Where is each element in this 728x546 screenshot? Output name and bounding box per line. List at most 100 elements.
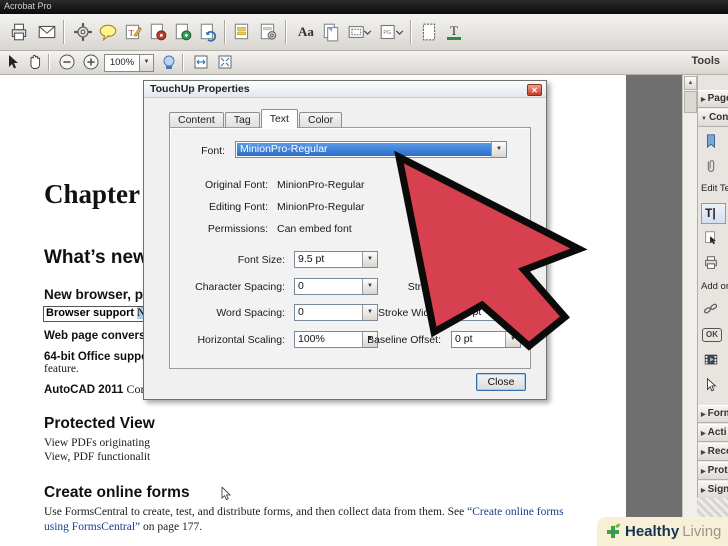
character-spacing-label: Character Spacing: [195, 281, 285, 293]
print-button[interactable] [8, 21, 30, 43]
bookmark-icon [707, 134, 715, 149]
stroke-label: Stroke: [407, 281, 441, 293]
stroke-color-swatch[interactable] [451, 280, 471, 293]
doc-protected-view-heading: Protected View [44, 415, 155, 432]
doc-pv-line1: View PDFs originating [44, 437, 151, 449]
panel-section-label: Prot [707, 465, 728, 476]
panel-section-protection[interactable]: ▶ Prot [698, 462, 728, 480]
tools-label: Tools [691, 55, 720, 67]
tab-text[interactable]: Text [260, 109, 298, 128]
button-field-tool[interactable]: OK [702, 328, 722, 342]
dialog-close-icon[interactable]: ✕ [527, 84, 542, 96]
panel-section-action-wizard[interactable]: ▶ Acti [698, 424, 728, 442]
stroke-width-combobox[interactable]: 0.6 pt ▼ [451, 304, 521, 321]
word-spacing-combobox[interactable]: 0 ▼ [294, 304, 378, 321]
baseline-offset-combobox[interactable]: 0 pt ▼ [451, 331, 521, 348]
tab-label: Color [307, 114, 334, 126]
document-scrollbar[interactable]: ▲ [682, 75, 697, 546]
dropdown-arrow-icon[interactable]: ▼ [362, 305, 377, 320]
gear-icon [74, 23, 92, 41]
attachment-tool-button[interactable] [703, 158, 723, 176]
dialog-titlebar[interactable]: TouchUp Properties [144, 81, 546, 98]
font-size-combobox[interactable]: 9.5 pt ▼ [294, 251, 378, 268]
zoom-in-button[interactable] [80, 53, 102, 71]
zoom-dropdown-button[interactable]: ▼ [139, 54, 154, 72]
link-tool-button[interactable] [703, 301, 723, 319]
pages-tool-button[interactable]: PG [378, 21, 406, 43]
pdf-export-button[interactable] [172, 21, 194, 43]
panel-section-sign[interactable]: ▶ Sign [698, 481, 728, 499]
chevron-right-icon: ▶ [701, 97, 706, 103]
baseline-offset-value: 0 pt [455, 333, 473, 345]
bookmark-tool-button[interactable] [703, 133, 723, 151]
tab-content[interactable]: Content [169, 112, 224, 128]
scroll-up-button[interactable]: ▲ [684, 76, 697, 90]
hand-tool-button[interactable] [24, 53, 46, 71]
character-spacing-combobox[interactable]: 0 ▼ [294, 278, 378, 295]
fit-width-button[interactable] [190, 53, 212, 71]
comment-button[interactable] [97, 21, 119, 43]
select-arrow-icon [9, 55, 18, 69]
green-cross-icon [607, 523, 620, 538]
horizontal-scaling-combobox[interactable]: 100% ▼ [294, 331, 378, 348]
panel-section-forms[interactable]: ▶Form [698, 405, 728, 423]
fit-page-button[interactable] [214, 53, 236, 71]
dialog-title: TouchUp Properties [150, 83, 250, 95]
zoom-level-value: 100% [109, 57, 135, 68]
embed-checkbox[interactable]: ✓ [434, 221, 445, 232]
zoom-level-input[interactable]: 100% [104, 54, 140, 72]
zoom-out-button[interactable] [56, 53, 78, 71]
forms-paragraph-text: Use FormsCentral to create, test, and di… [44, 506, 468, 518]
pdf-convert-button[interactable] [197, 21, 219, 43]
editing-font-value: MinionPro-Regular [277, 201, 365, 213]
preferences-button[interactable] [72, 21, 94, 43]
font-combobox[interactable]: MinionPro-Regular ▼ [235, 141, 507, 158]
select-tool-button[interactable] [2, 53, 24, 71]
panel-section-pages[interactable]: ▶Page [698, 90, 728, 108]
panel-section-label: Reco [707, 446, 728, 457]
print-production-button[interactable] [703, 255, 723, 273]
dropdown-arrow-icon[interactable]: ▼ [491, 142, 506, 157]
form-yellow-icon [234, 23, 249, 40]
edit-document-text-button[interactable]: T| [701, 203, 726, 224]
form-highlight-button[interactable] [231, 21, 253, 43]
typewriter-button[interactable]: T [443, 21, 465, 43]
close-button-label: Close [487, 376, 515, 388]
email-button[interactable] [36, 21, 58, 43]
panel-section-recognize-text[interactable]: ▶Reco [698, 443, 728, 461]
chevron-right-icon: ▶ [701, 488, 706, 494]
crop-tool-button[interactable] [346, 21, 374, 43]
select-object-button[interactable] [703, 377, 723, 395]
tab-label: Content [178, 114, 215, 126]
tools-pane-header[interactable]: Tools [691, 55, 720, 67]
original-font-label: Original Font: [204, 179, 268, 191]
close-button[interactable]: Close [476, 373, 526, 391]
form-tools-button[interactable] [257, 21, 279, 43]
doc-chapter-heading: Chapter [44, 179, 140, 209]
toolbar-separator [224, 20, 226, 44]
fill-color-swatch[interactable] [451, 253, 471, 266]
watermark-light-text: Living [682, 523, 722, 540]
edit-object-button[interactable] [703, 230, 723, 248]
dropdown-arrow-icon[interactable]: ▼ [505, 332, 520, 347]
multimedia-tool-button[interactable] [703, 352, 723, 370]
panel-section-content[interactable]: ▼Cont [698, 109, 728, 127]
font-size-value: 9.5 pt [298, 253, 325, 265]
extract-pages-button[interactable] [320, 21, 342, 43]
dropdown-arrow-icon[interactable]: ▼ [362, 279, 377, 294]
blank-page-button[interactable] [418, 21, 440, 43]
panel-section-label: Page [707, 93, 728, 104]
font-button[interactable]: Aa [293, 21, 319, 43]
doc-new-browser-subheading: New browser, p [44, 287, 144, 302]
pdf-stamp-button[interactable] [147, 21, 169, 43]
tab-tag[interactable]: Tag [224, 112, 260, 128]
text-edits-button[interactable]: T [122, 21, 144, 43]
dropdown-arrow-icon[interactable]: ▼ [505, 305, 520, 320]
link-icon [703, 303, 718, 314]
chevron-down-icon: ▼ [701, 116, 707, 122]
tab-color[interactable]: Color [298, 112, 343, 128]
page-magnify-button[interactable] [158, 53, 180, 71]
scrollbar-thumb[interactable] [684, 91, 697, 113]
dropdown-arrow-icon[interactable]: ▼ [362, 252, 377, 267]
edit-text-icon: T| [705, 206, 716, 220]
